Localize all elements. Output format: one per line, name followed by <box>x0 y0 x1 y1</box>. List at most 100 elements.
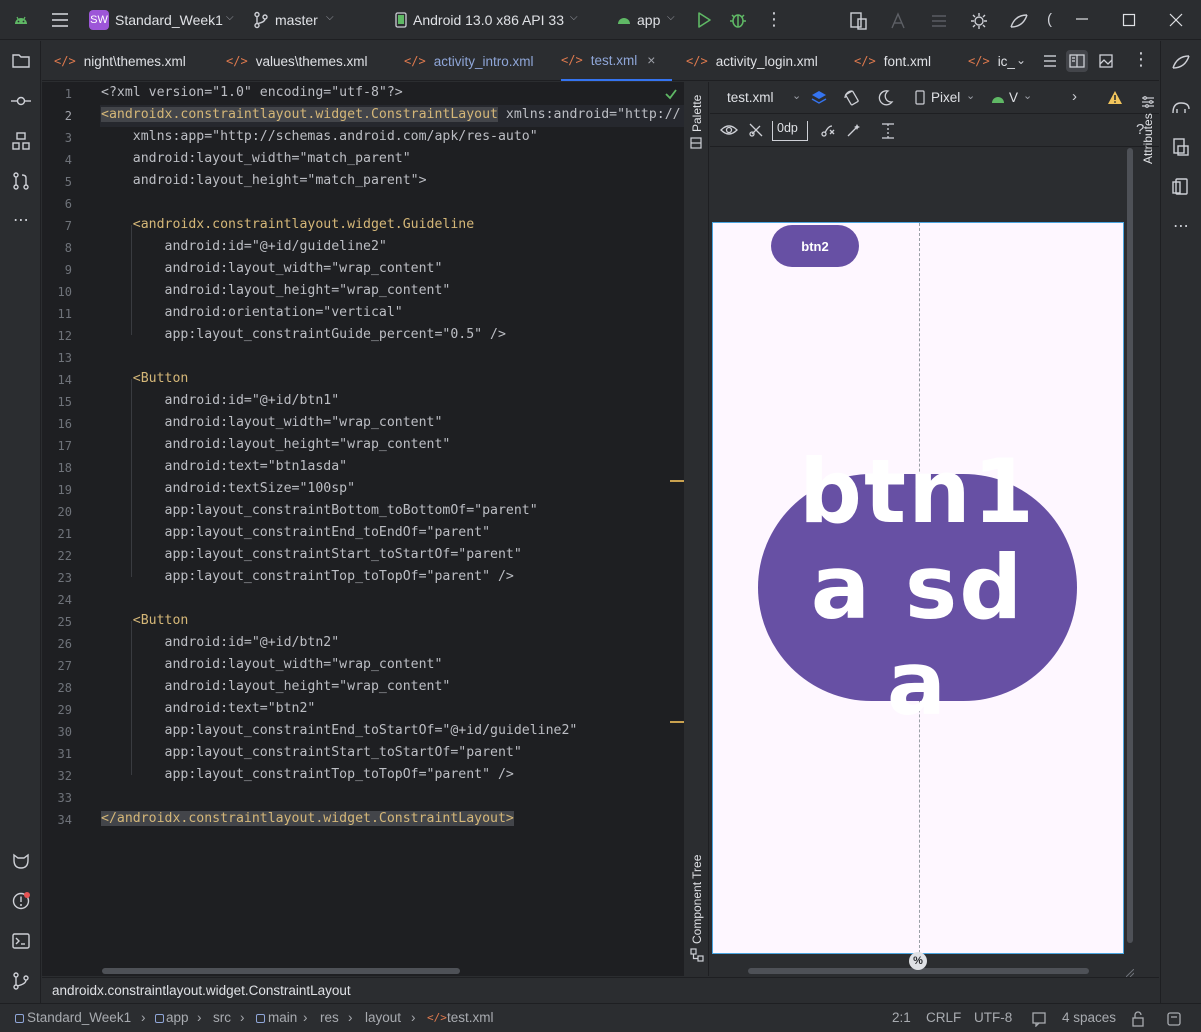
attributes-label[interactable]: Attributes <box>1141 113 1155 164</box>
code-text: android:text="btn1asda" <box>101 459 348 474</box>
running-devices-icon[interactable] <box>1171 177 1191 197</box>
breadcrumb-main[interactable]: main <box>268 1010 297 1025</box>
run-config[interactable]: app <box>637 12 660 28</box>
terminal-icon[interactable] <box>11 931 31 951</box>
structure-icon[interactable] <box>11 131 31 151</box>
minimize-icon[interactable] <box>1075 12 1089 26</box>
project-folder-icon[interactable] <box>11 52 31 70</box>
view-options-icon[interactable] <box>720 123 738 137</box>
device-preview[interactable]: btn2 btn1a sda <box>712 222 1124 954</box>
breadcrumb-app[interactable]: app <box>166 1010 189 1025</box>
tab-font[interactable]: </> font.xml <box>854 41 931 81</box>
file-selector[interactable]: test.xml <box>727 90 774 105</box>
night-mode-icon[interactable] <box>876 89 894 107</box>
preview-btn2[interactable]: btn2 <box>771 225 859 267</box>
clear-constraints-icon[interactable] <box>820 122 836 138</box>
default-margin-box[interactable]: 0dp <box>772 121 808 141</box>
component-tree-label[interactable]: Component Tree <box>690 855 704 944</box>
module-icon <box>155 1014 164 1023</box>
file-encoding[interactable]: UTF-8 <box>974 1010 1012 1025</box>
pull-requests-icon[interactable] <box>11 171 31 191</box>
code-text: android:layout_width="match_parent" <box>101 151 411 166</box>
infer-constraints-icon[interactable] <box>846 122 862 138</box>
notifications-bell-icon[interactable] <box>1166 1011 1182 1027</box>
inspection-ok-icon[interactable] <box>664 87 678 101</box>
tab-activity-intro[interactable]: </> activity_intro.xml <box>404 41 533 81</box>
more-tools-icon[interactable]: ⋯ <box>1171 217 1191 237</box>
code-editor[interactable]: <?xml version="1.0" encoding="utf-8"?> <… <box>42 82 684 976</box>
sdk-manager-icon[interactable] <box>969 11 989 31</box>
run-icon[interactable] <box>696 11 712 29</box>
layers-icon[interactable] <box>810 89 828 107</box>
tab-values-themes[interactable]: </> values\themes.xml <box>226 41 367 81</box>
tab-test[interactable]: </> test.xml × <box>561 41 672 81</box>
code-line-11: android:orientation="vertical" <box>101 305 403 320</box>
more-actions-icon[interactable]: ⋮ <box>765 10 783 29</box>
branch-name[interactable]: master <box>275 12 318 28</box>
orientation-icon[interactable] <box>843 89 861 107</box>
tab-options-icon[interactable]: ⋮ <box>1132 50 1150 69</box>
selected-component[interactable]: androidx.constraintlayout.widget.Constra… <box>52 983 351 998</box>
editor-horizontal-scrollbar[interactable] <box>102 968 460 974</box>
warning-marker[interactable] <box>670 721 684 723</box>
code-view-icon[interactable] <box>1042 53 1058 69</box>
line-number: 33 <box>57 791 72 805</box>
panel-resize-handle[interactable] <box>1125 964 1135 978</box>
warning-marker[interactable] <box>670 480 684 482</box>
gradle-icon[interactable] <box>1171 97 1191 117</box>
autoconnect-icon[interactable] <box>748 122 764 138</box>
gemini-icon[interactable] <box>1009 11 1029 31</box>
preview-btn1[interactable]: btn1a sda <box>758 443 1077 731</box>
device-manager-icon[interactable] <box>849 11 869 31</box>
close-icon[interactable] <box>1169 13 1183 27</box>
line-number: 28 <box>57 681 72 695</box>
breadcrumb-file[interactable]: test.xml <box>447 1010 494 1025</box>
read-only-lock-icon[interactable] <box>1131 1011 1145 1027</box>
project-badge[interactable]: SW <box>89 10 109 30</box>
tab-ic[interactable]: </> ic_ <box>968 41 1015 81</box>
split-view-icon[interactable] <box>1066 50 1088 72</box>
tab-night-themes[interactable]: </> night\themes.xml <box>54 41 186 81</box>
chevron-right-icon[interactable]: › <box>1072 88 1077 105</box>
breadcrumb-res[interactable]: res <box>320 1010 339 1025</box>
palette-strip: Palette Component Tree <box>685 82 709 976</box>
line-ending[interactable]: CRLF <box>926 1010 961 1025</box>
problems-icon[interactable] <box>11 891 31 911</box>
device-selector[interactable]: Pixel <box>931 90 960 105</box>
breadcrumb-project[interactable]: Standard_Week1 <box>27 1010 131 1025</box>
chevron-down-icon: ⌵ <box>326 12 334 23</box>
device-explorer-icon[interactable] <box>1171 137 1191 157</box>
breadcrumb-src[interactable]: src <box>213 1010 231 1025</box>
close-tab-icon[interactable]: × <box>647 52 655 68</box>
notifications-icon[interactable] <box>1171 52 1191 72</box>
breadcrumb-layout[interactable]: layout <box>365 1010 401 1025</box>
tab-overflow-chevron-icon[interactable]: ⌄ <box>1016 53 1026 67</box>
design-view-icon[interactable] <box>1098 53 1114 69</box>
align-baseline-icon[interactable] <box>880 122 896 140</box>
guideline-percent-handle[interactable]: % <box>909 952 927 970</box>
device-selector[interactable]: Android 13.0 x86 API 33 <box>413 12 564 28</box>
device-frame-icon[interactable] <box>915 90 925 105</box>
maximize-icon[interactable] <box>1122 13 1136 27</box>
version-control-icon[interactable] <box>11 971 31 991</box>
profile-icon[interactable]: ( <box>1047 11 1057 31</box>
warning-icon[interactable] <box>1107 90 1123 105</box>
cursor-position[interactable]: 2:1 <box>892 1010 911 1025</box>
palette-label[interactable]: Palette <box>690 95 704 132</box>
editorconfig-icon[interactable] <box>1031 1011 1047 1028</box>
debug-icon[interactable] <box>729 11 747 29</box>
tab-activity-login[interactable]: </> activity_login.xml <box>686 41 818 81</box>
api-selector[interactable]: V <box>1009 90 1018 105</box>
line-number: 9 <box>64 263 72 277</box>
apply-code-changes-icon[interactable] <box>929 11 949 31</box>
apply-changes-icon[interactable] <box>889 11 909 31</box>
chevron-down-icon: ⌵ <box>570 12 578 23</box>
more-tools-icon[interactable]: ⋯ <box>11 211 31 231</box>
canvas-vertical-scrollbar[interactable] <box>1127 148 1133 943</box>
commit-icon[interactable] <box>11 93 31 109</box>
main-menu-icon[interactable] <box>51 11 69 29</box>
logcat-icon[interactable] <box>11 852 31 872</box>
line-number: 24 <box>57 593 72 607</box>
indent-setting[interactable]: 4 spaces <box>1062 1010 1116 1025</box>
project-name[interactable]: Standard_Week1 <box>115 12 223 28</box>
